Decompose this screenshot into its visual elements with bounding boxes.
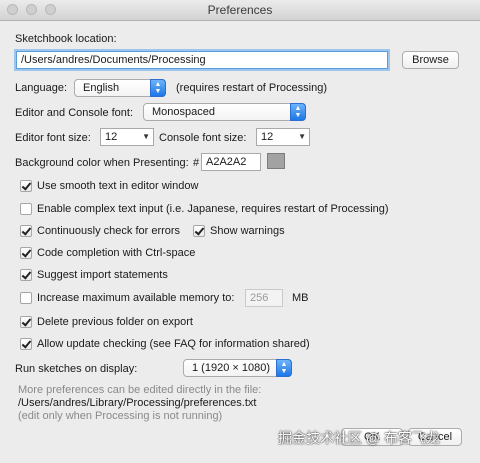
show-warnings-checkbox[interactable] (193, 225, 205, 237)
editor-font-label: Editor and Console font: (15, 107, 134, 119)
browse-button[interactable]: Browse (402, 51, 459, 69)
chevron-updown-icon: ▲ ▼ (276, 359, 292, 377)
edit-note-text: (edit only when Processing is not runnin… (18, 410, 223, 422)
watermark-text: 掘金技术社区 @ 布客飞龙 (278, 430, 440, 446)
chevron-updown-icon: ▲ ▼ (150, 79, 166, 97)
complex-text-label: Enable complex text input (i.e. Japanese… (37, 203, 389, 215)
editor-font-size-label: Editor font size: (15, 132, 91, 144)
delete-folder-option[interactable]: Delete previous folder on export (20, 316, 193, 328)
editor-font-value: Monospaced (152, 106, 215, 118)
show-warnings-label: Show warnings (210, 225, 285, 237)
smooth-text-label: Use smooth text in editor window (37, 180, 199, 192)
chevron-down-icon: ▼ (298, 132, 306, 141)
sketchbook-label: Sketchbook location: (15, 33, 117, 45)
complex-text-option[interactable]: Enable complex text input (i.e. Japanese… (20, 203, 389, 215)
increase-memory-label: Increase maximum available memory to: (37, 292, 235, 304)
run-display-value: 1 (1920 × 1080) (192, 362, 270, 374)
code-completion-option[interactable]: Code completion with Ctrl-space (20, 247, 195, 259)
suggest-imports-option[interactable]: Suggest import statements (20, 269, 168, 281)
update-check-label: Allow update checking (see FAQ for infor… (37, 338, 310, 350)
language-restart-note: (requires restart of Processing) (176, 82, 327, 94)
code-completion-label: Code completion with Ctrl-space (37, 247, 196, 259)
console-font-size-value: 12 (261, 131, 274, 143)
delete-folder-label: Delete previous folder on export (37, 316, 193, 328)
language-label: Language: (15, 82, 67, 94)
chevron-down-icon: ▼ (142, 132, 150, 141)
complex-text-checkbox[interactable] (20, 203, 32, 215)
update-check-option[interactable]: Allow update checking (see FAQ for infor… (20, 338, 310, 350)
delete-folder-checkbox[interactable] (20, 316, 32, 328)
increase-memory-option[interactable]: Increase maximum available memory to: (20, 292, 234, 304)
window-title: Preferences (207, 3, 273, 17)
background-color-swatch[interactable] (267, 153, 285, 169)
memory-amount-input[interactable]: 256 (245, 289, 283, 307)
update-check-checkbox[interactable] (20, 338, 32, 350)
background-color-input[interactable]: A2A2A2 (201, 153, 261, 171)
suggest-imports-checkbox[interactable] (20, 269, 32, 281)
continuous-check-option[interactable]: Continuously check for errors (20, 225, 180, 237)
editor-font-size-select[interactable]: 12 ▼ (100, 128, 154, 146)
run-display-label: Run sketches on display: (15, 363, 138, 375)
console-font-size-select[interactable]: 12 ▼ (256, 128, 310, 146)
background-color-label: Background color when Presenting: (15, 157, 189, 169)
more-preferences-text: More preferences can be edited directly … (18, 384, 262, 396)
smooth-text-checkbox[interactable] (20, 180, 32, 192)
continuous-check-checkbox[interactable] (20, 225, 32, 237)
hash-symbol: # (193, 157, 200, 169)
language-select[interactable]: English ▲ ▼ (74, 79, 166, 97)
show-warnings-option[interactable]: Show warnings (193, 225, 285, 237)
console-font-size-label: Console font size: (159, 132, 247, 144)
sketchbook-path-input[interactable]: /Users/andres/Documents/Processing (16, 51, 388, 69)
run-display-select[interactable]: 1 (1920 × 1080) ▲ ▼ (183, 359, 292, 377)
preferences-file-path: /Users/andres/Library/Processing/prefere… (18, 397, 257, 409)
suggest-imports-label: Suggest import statements (37, 269, 168, 281)
increase-memory-checkbox[interactable] (20, 292, 32, 304)
smooth-text-option[interactable]: Use smooth text in editor window (20, 180, 198, 192)
chevron-updown-icon: ▲ ▼ (290, 103, 306, 121)
language-value: English (83, 82, 120, 94)
title-bar: Preferences (0, 0, 480, 21)
editor-font-size-value: 12 (105, 131, 118, 143)
continuous-check-label: Continuously check for errors (37, 225, 181, 237)
code-completion-checkbox[interactable] (20, 247, 32, 259)
editor-font-select[interactable]: Monospaced ▲ ▼ (143, 103, 306, 121)
memory-unit-label: MB (292, 292, 309, 304)
